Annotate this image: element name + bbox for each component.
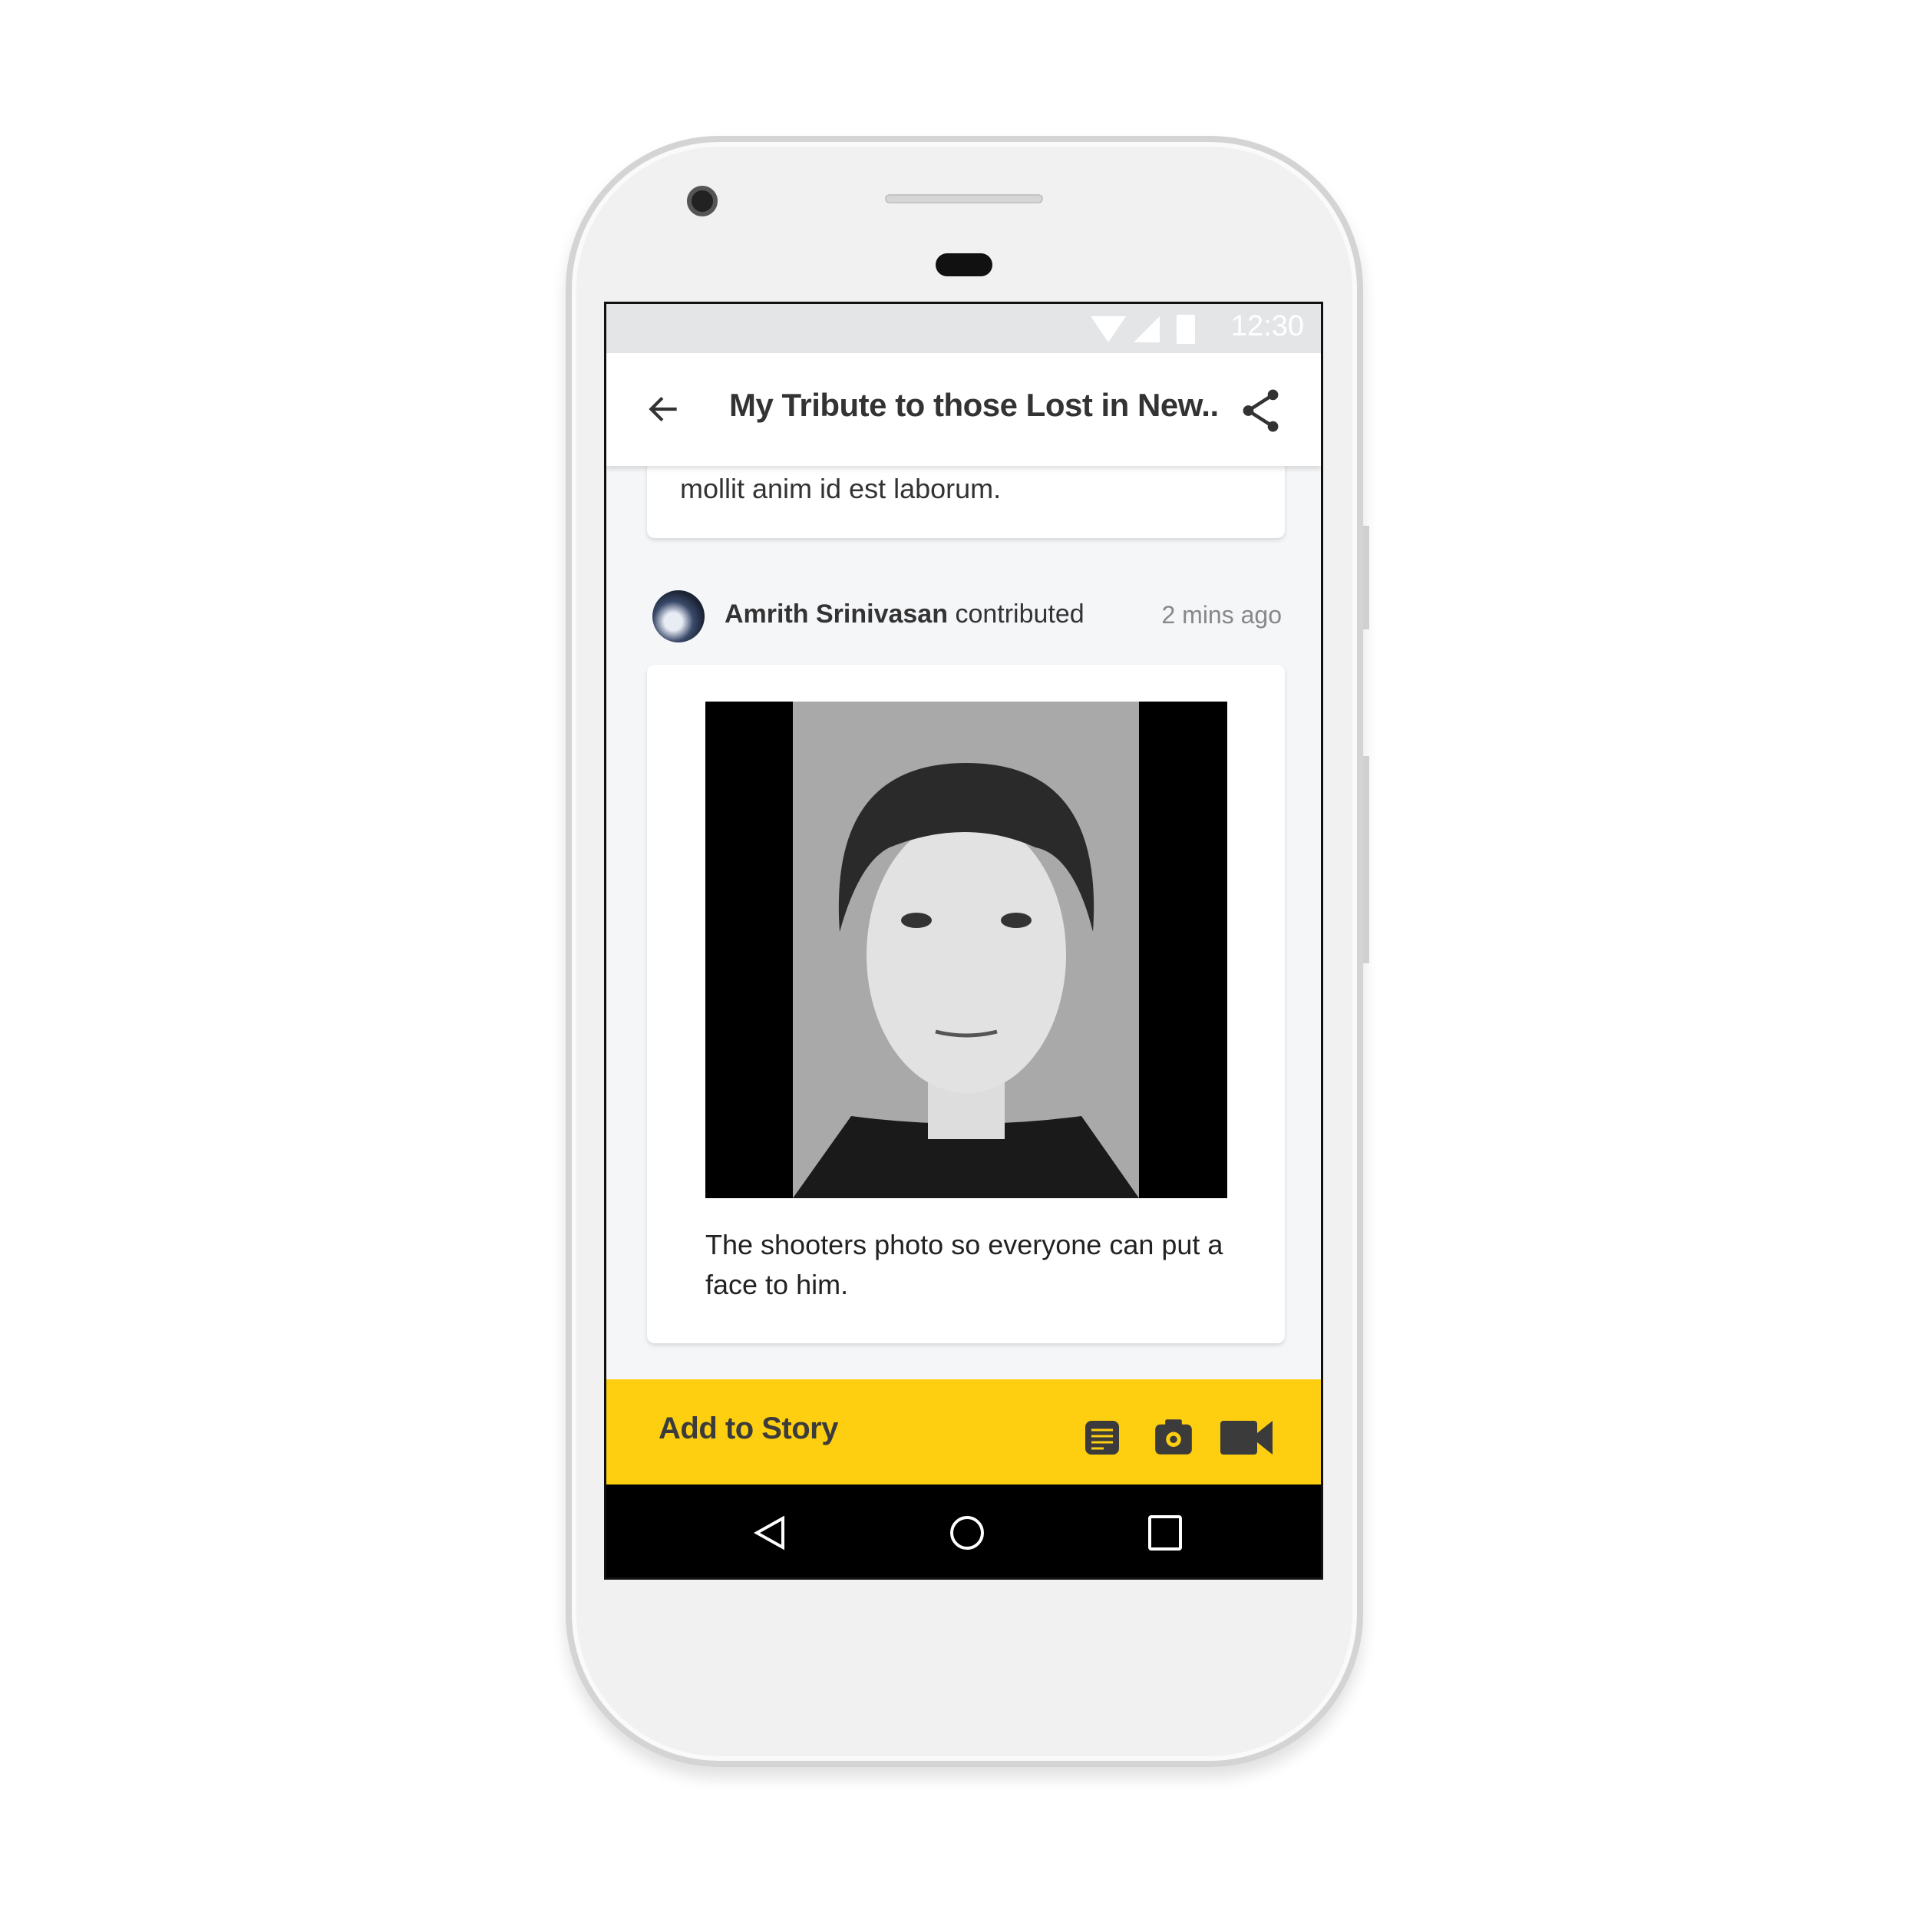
speaker-grille (885, 194, 1043, 203)
contribution-photo[interactable] (705, 702, 1227, 1198)
timestamp: 2 mins ago (1161, 601, 1282, 629)
arrow-left-icon[interactable] (645, 390, 683, 428)
system-nav-bar (606, 1485, 1321, 1577)
contribution-caption: The shooters photo so everyone can put a… (705, 1229, 1223, 1300)
back-triangle-icon[interactable] (754, 1515, 786, 1551)
add-to-story-bar: Add to Story (606, 1379, 1321, 1485)
signal-icon (1134, 316, 1160, 342)
avatar[interactable] (652, 590, 705, 642)
sensor (936, 253, 992, 276)
page-title: My Tribute to those Lost in New.. (729, 387, 1219, 423)
recents-square-icon[interactable] (1148, 1515, 1182, 1551)
status-icons (1091, 315, 1195, 344)
share-icon[interactable] (1240, 388, 1282, 434)
author-name[interactable]: Amrith Srinivasan (725, 599, 948, 629)
volume-button (1363, 756, 1369, 963)
power-button (1363, 526, 1369, 629)
front-camera (687, 186, 718, 216)
camera-icon[interactable] (1154, 1418, 1193, 1456)
home-circle-icon[interactable] (949, 1515, 985, 1551)
wifi-icon (1091, 316, 1126, 342)
text-note-icon[interactable] (1084, 1419, 1121, 1456)
status-bar: 12:30 (606, 304, 1321, 353)
previous-card-text: mollit anim id est laborum. (680, 473, 1002, 504)
screen: 12:30 My Tribute to those Lost in New.. … (604, 302, 1323, 1580)
contribution-card: The shooters photo so everyone can put a… (647, 665, 1285, 1343)
action-text: contributed (955, 599, 1084, 629)
contribution-header: Amrith Srinivasan contributed 2 mins ago (652, 590, 1282, 644)
video-icon[interactable] (1220, 1421, 1273, 1455)
contributor-line: Amrith Srinivasan contributed (725, 599, 1084, 629)
portrait-image (793, 702, 1139, 1198)
app-bar: My Tribute to those Lost in New.. (606, 353, 1321, 466)
status-time: 12:30 (1230, 310, 1304, 342)
add-to-story-button[interactable]: Add to Story (659, 1412, 838, 1446)
battery-icon (1177, 315, 1195, 344)
